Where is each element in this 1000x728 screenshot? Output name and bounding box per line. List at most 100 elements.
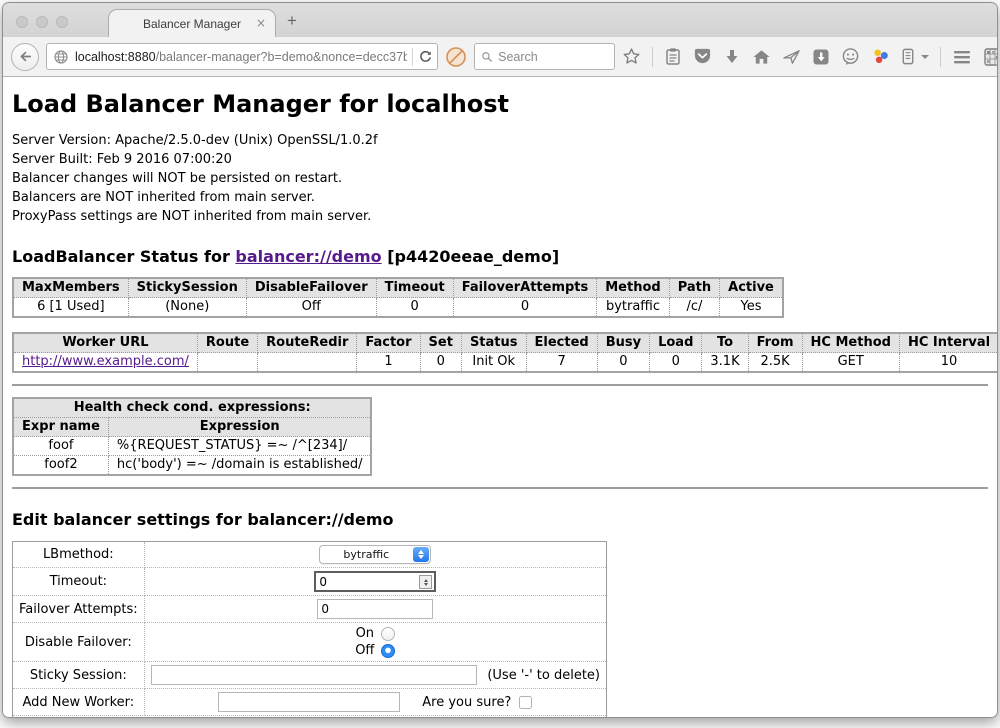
cell-maxmembers: 6 [1 Used] (13, 298, 128, 318)
tab-title: Balancer Manager (143, 17, 241, 31)
server-built-line: Server Built: Feb 9 2016 07:00:20 (12, 150, 988, 169)
lbmethod-label: LBmethod: (13, 542, 145, 568)
worker-data-row: http://www.example.com/ 1 0 Init Ok 7 0 … (13, 353, 997, 373)
tab-close-icon[interactable]: × (256, 16, 266, 30)
balancer-status-table: MaxMembers StickySession DisableFailover… (12, 277, 784, 318)
page-title: Load Balancer Manager for localhost (12, 90, 988, 118)
col-active: Active (720, 278, 783, 298)
minimize-window-button[interactable] (36, 16, 48, 28)
are-you-sure-checkbox[interactable] (519, 696, 532, 709)
worker-header-row: Worker URL Route RouteRedir Factor Set S… (13, 333, 997, 353)
url-text: localhost:8880/balancer-manager?b=demo&n… (75, 50, 407, 64)
select-stepper-icon (413, 547, 429, 562)
close-window-button[interactable] (16, 16, 28, 28)
col-load: Load (650, 333, 702, 353)
col-hc-method: HC Method (802, 333, 899, 353)
send-icon (782, 48, 801, 66)
health-title-row: Health check cond. expressions: (13, 398, 371, 418)
device-sync-button[interactable] (901, 47, 915, 66)
cell-expression-1: %{REQUEST_STATUS} =~ /^[234]/ (108, 437, 371, 456)
cell-active: Yes (720, 298, 783, 318)
send-to-device-button[interactable] (782, 48, 801, 66)
lbmethod-selected-value: bytraffic (320, 548, 412, 561)
pocket-button[interactable] (693, 47, 712, 66)
page-content: Load Balancer Manager for localhost Serv… (3, 77, 997, 717)
health-header-row: Expr name Expression (13, 418, 371, 437)
reload-icon[interactable] (418, 49, 433, 64)
sticky-session-input[interactable] (151, 665, 478, 685)
tab-bar: Balancer Manager × + (3, 3, 997, 37)
disable-failover-off-option: Off (355, 643, 395, 658)
add-worker-input[interactable] (218, 692, 400, 712)
search-icon (481, 50, 493, 64)
timeout-input[interactable] (314, 571, 436, 592)
divider-1 (12, 384, 988, 386)
cell-expr-name-1: foof (13, 437, 108, 456)
downloads-button[interactable] (723, 48, 741, 66)
back-button[interactable] (11, 43, 39, 71)
globe-icon (53, 49, 69, 65)
url-bar[interactable]: localhost:8880/balancer-manager?b=demo&n… (46, 43, 438, 70)
tab-balancer-manager[interactable]: Balancer Manager × (108, 9, 276, 37)
cell-expr-name-2: foof2 (13, 456, 108, 476)
lbmethod-select[interactable]: bytraffic (319, 545, 431, 564)
disable-failover-on-option: On (356, 626, 395, 641)
proxypass-note-line: ProxyPass settings are NOT inherited fro… (12, 207, 988, 226)
grid-extension-button[interactable] (983, 47, 998, 67)
cell-route (197, 353, 257, 373)
add-worker-row: Add New Worker: Are you sure? (13, 689, 607, 716)
disable-failover-on-radio[interactable] (381, 627, 395, 641)
col-routeredir: RouteRedir (258, 333, 357, 353)
search-input[interactable] (498, 50, 608, 64)
search-bar[interactable] (474, 43, 615, 70)
number-spinner-icon[interactable] (419, 575, 432, 589)
balancer-header-row: MaxMembers StickySession DisableFailover… (13, 278, 783, 298)
clipboard-icon (664, 47, 682, 66)
worker-url-link[interactable]: http://www.example.com/ (22, 354, 189, 369)
content-blocked-button[interactable] (445, 46, 467, 68)
timeout-row: Timeout: (13, 568, 607, 596)
disable-failover-off-radio[interactable] (381, 644, 395, 658)
zoom-window-button[interactable] (56, 16, 68, 28)
grid-icon (983, 47, 998, 67)
browser-window: Balancer Manager × + localhost:8880/bala… (2, 2, 998, 718)
new-tab-button[interactable]: + (287, 11, 297, 31)
worker-table: Worker URL Route RouteRedir Factor Set S… (12, 332, 997, 373)
reading-list-button[interactable] (664, 47, 682, 66)
on-label: On (356, 626, 374, 641)
col-busy: Busy (597, 333, 649, 353)
disable-failover-label: Disable Failover: (13, 623, 145, 662)
col-method: Method (597, 278, 669, 298)
col-elected: Elected (526, 333, 597, 353)
home-icon (752, 48, 771, 66)
video-download-button[interactable] (812, 48, 830, 66)
divider-2 (12, 487, 988, 489)
feedback-button[interactable] (841, 47, 860, 66)
feedback-smiley-icon (841, 47, 860, 66)
urlbar-divider (412, 48, 413, 66)
chevron-down-icon[interactable] (921, 55, 929, 59)
extension-dots-button[interactable] (871, 47, 890, 66)
health-row-foof: foof %{REQUEST_STATUS} =~ /^[234]/ (13, 437, 371, 456)
balancer-demo-link[interactable]: balancer://demo (235, 247, 381, 266)
window-controls (16, 16, 68, 28)
device-icon (901, 47, 915, 66)
colored-dots-icon (871, 47, 890, 66)
home-button[interactable] (752, 48, 771, 66)
toolbar-divider-2 (940, 47, 941, 67)
col-factor: Factor (357, 333, 420, 353)
col-from: From (748, 333, 802, 353)
failover-attempts-input[interactable] (317, 599, 433, 619)
col-to: To (702, 333, 748, 353)
are-you-sure-label: Are you sure? (422, 695, 511, 710)
persist-note-line: Balancer changes will NOT be persisted o… (12, 169, 988, 188)
video-download-icon (812, 48, 830, 66)
url-domain: localhost:8880 (75, 50, 156, 64)
menu-button[interactable] (952, 49, 972, 65)
col-worker-url: Worker URL (13, 333, 197, 353)
pocket-icon (693, 47, 712, 66)
bookmark-star-button[interactable] (622, 47, 641, 66)
cell-stickysession: (None) (128, 298, 246, 318)
server-info: Server Version: Apache/2.5.0-dev (Unix) … (12, 131, 988, 226)
col-timeout: Timeout (376, 278, 453, 298)
